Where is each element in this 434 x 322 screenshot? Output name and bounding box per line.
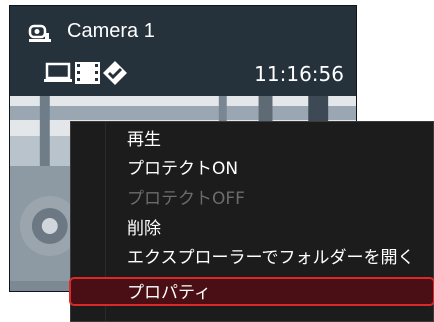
diamond-check-icon xyxy=(103,61,127,85)
menu-item-open-in-explorer[interactable]: エクスプローラーでフォルダーを開く xyxy=(71,244,433,273)
monitor-icon xyxy=(44,62,72,82)
camera-header: Camera 1 11:16:56 xyxy=(10,6,356,96)
menu-item-properties[interactable]: プロパティ xyxy=(69,277,434,306)
menu-item-protect-off: プロテクトOFF xyxy=(127,189,245,209)
camera-title: Camera 1 xyxy=(67,20,155,42)
menu-item-protect-on[interactable]: プロテクトON xyxy=(71,155,433,184)
camera-icon xyxy=(28,24,51,42)
film-icon xyxy=(75,62,100,84)
menu-item-delete[interactable]: 削除 xyxy=(71,215,433,244)
camera-time: 11:16:56 xyxy=(254,62,344,86)
menu-item-play[interactable]: 再生 xyxy=(71,126,433,155)
context-menu: 再生 プロテクトON プロテクトOFF 削除 エクスプローラーでフォルダーを開く… xyxy=(69,121,434,322)
